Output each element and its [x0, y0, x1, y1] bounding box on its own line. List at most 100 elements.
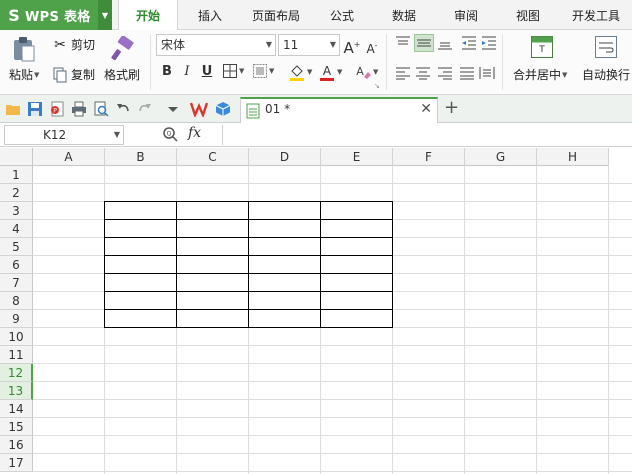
- table-cell[interactable]: [321, 256, 393, 274]
- document-tab[interactable]: 01 * ✕: [240, 97, 438, 123]
- font-size-select[interactable]: 11 ▼: [278, 34, 340, 56]
- app-menu-button[interactable]: S WPS 表格 ▼: [0, 0, 112, 30]
- table-cell[interactable]: [177, 202, 249, 220]
- align-bottom-button[interactable]: [436, 35, 454, 51]
- increase-indent-button[interactable]: [480, 35, 498, 51]
- font-color-button[interactable]: A ▼: [318, 63, 342, 81]
- name-box[interactable]: K12 ▼: [4, 125, 124, 145]
- table-cell[interactable]: [321, 310, 393, 328]
- bold-button[interactable]: B: [158, 63, 176, 81]
- row-header-9[interactable]: 9: [0, 310, 33, 328]
- new-tab-plus-icon[interactable]: +: [444, 97, 459, 118]
- decrease-font-icon[interactable]: A-: [363, 37, 381, 56]
- align-left-button[interactable]: [394, 65, 412, 81]
- row-header-12[interactable]: 12: [0, 364, 33, 382]
- column-header-c[interactable]: C: [177, 148, 249, 166]
- clear-format-button[interactable]: A ▼: [354, 63, 378, 81]
- wrap-text-label[interactable]: 自动换行: [582, 66, 630, 83]
- zoom-search-icon[interactable]: Q: [162, 126, 178, 145]
- tab-page-layout[interactable]: 页面布局: [244, 0, 308, 30]
- column-header-e[interactable]: E: [321, 148, 393, 166]
- table-cell[interactable]: [177, 310, 249, 328]
- row-header-1[interactable]: 1: [0, 166, 33, 184]
- bordered-table-range[interactable]: [104, 201, 393, 328]
- close-icon[interactable]: ✕: [420, 101, 432, 117]
- table-cell[interactable]: [177, 274, 249, 292]
- tab-review[interactable]: 审阅: [442, 0, 490, 30]
- table-cell[interactable]: [105, 310, 177, 328]
- table-cell[interactable]: [105, 220, 177, 238]
- table-cell[interactable]: [105, 274, 177, 292]
- row-header-3[interactable]: 3: [0, 202, 33, 220]
- align-middle-button[interactable]: [414, 34, 434, 52]
- tab-developer[interactable]: 开发工具: [564, 0, 628, 30]
- table-cell[interactable]: [249, 274, 321, 292]
- table-cell[interactable]: [321, 202, 393, 220]
- row-header-2[interactable]: 2: [0, 184, 33, 202]
- tab-insert[interactable]: 插入: [186, 0, 234, 30]
- decrease-indent-button[interactable]: [460, 35, 478, 51]
- customize-toolbar-icon[interactable]: [164, 100, 182, 118]
- spreadsheet-grid[interactable]: ABCDEFGH 1 2 3 4 5 6 7 8 9 10 11 12 13 14 15 16 17: [0, 148, 632, 474]
- row-header-4[interactable]: 4: [0, 220, 33, 238]
- font-name-select[interactable]: 宋体 ▼: [156, 34, 276, 56]
- table-cell[interactable]: [249, 256, 321, 274]
- row-header-5[interactable]: 5: [0, 238, 33, 256]
- tab-home[interactable]: 开始: [118, 0, 178, 31]
- print-icon[interactable]: [70, 100, 88, 118]
- merge-center-icon-button[interactable]: T: [530, 35, 554, 59]
- table-cell[interactable]: [177, 238, 249, 256]
- align-right-button[interactable]: [436, 65, 454, 81]
- insert-function-button[interactable]: fx: [188, 125, 201, 141]
- fill-color-button[interactable]: ▼: [288, 63, 312, 81]
- format-painter-label[interactable]: 格式刷: [104, 66, 140, 83]
- redo-icon[interactable]: [136, 100, 154, 118]
- row-header-11[interactable]: 11: [0, 346, 33, 364]
- row-header-10[interactable]: 10: [0, 328, 33, 346]
- row-header-16[interactable]: 16: [0, 436, 33, 454]
- tab-data[interactable]: 数据: [380, 0, 428, 30]
- borders-button[interactable]: ▼: [222, 63, 244, 79]
- table-cell[interactable]: [249, 238, 321, 256]
- column-header-d[interactable]: D: [249, 148, 321, 166]
- export-pdf-icon[interactable]: P: [48, 100, 66, 118]
- column-header-f[interactable]: F: [393, 148, 465, 166]
- format-painter-button[interactable]: [110, 34, 138, 64]
- row-header-17[interactable]: 17: [0, 454, 33, 472]
- cell-style-button[interactable]: ▼: [252, 63, 274, 79]
- formula-input[interactable]: [222, 125, 630, 145]
- undo-icon[interactable]: [114, 100, 132, 118]
- cut-button[interactable]: ✂ 剪切: [52, 36, 95, 53]
- row-header-6[interactable]: 6: [0, 256, 33, 274]
- column-header-h[interactable]: H: [537, 148, 609, 166]
- column-header-a[interactable]: A: [33, 148, 105, 166]
- table-cell[interactable]: [249, 202, 321, 220]
- tab-formulas[interactable]: 公式: [318, 0, 366, 30]
- copy-button[interactable]: 复制: [52, 66, 95, 83]
- tab-view[interactable]: 视图: [504, 0, 552, 30]
- justify-button[interactable]: [458, 65, 476, 81]
- select-all-corner[interactable]: [0, 148, 33, 166]
- merge-center-dropdown[interactable]: 合并居中 ▼: [513, 66, 567, 83]
- underline-button[interactable]: U: [198, 63, 216, 81]
- table-cell[interactable]: [105, 202, 177, 220]
- table-cell[interactable]: [177, 292, 249, 310]
- wps-w-logo-icon[interactable]: [190, 100, 208, 118]
- cloud-cube-icon[interactable]: [214, 100, 232, 118]
- font-dialog-launcher-icon[interactable]: ↘: [374, 82, 380, 90]
- row-header-14[interactable]: 14: [0, 400, 33, 418]
- increase-font-icon[interactable]: A+: [343, 36, 361, 57]
- paste-button[interactable]: [10, 34, 42, 64]
- table-cell[interactable]: [321, 238, 393, 256]
- save-icon[interactable]: [26, 100, 44, 118]
- row-header-7[interactable]: 7: [0, 274, 33, 292]
- table-cell[interactable]: [177, 256, 249, 274]
- table-cell[interactable]: [249, 220, 321, 238]
- open-folder-icon[interactable]: [4, 100, 22, 118]
- table-cell[interactable]: [105, 256, 177, 274]
- align-top-button[interactable]: [394, 35, 412, 51]
- table-cell[interactable]: [321, 274, 393, 292]
- table-cell[interactable]: [105, 292, 177, 310]
- paste-dropdown[interactable]: 粘贴 ▼: [9, 66, 39, 83]
- table-cell[interactable]: [321, 292, 393, 310]
